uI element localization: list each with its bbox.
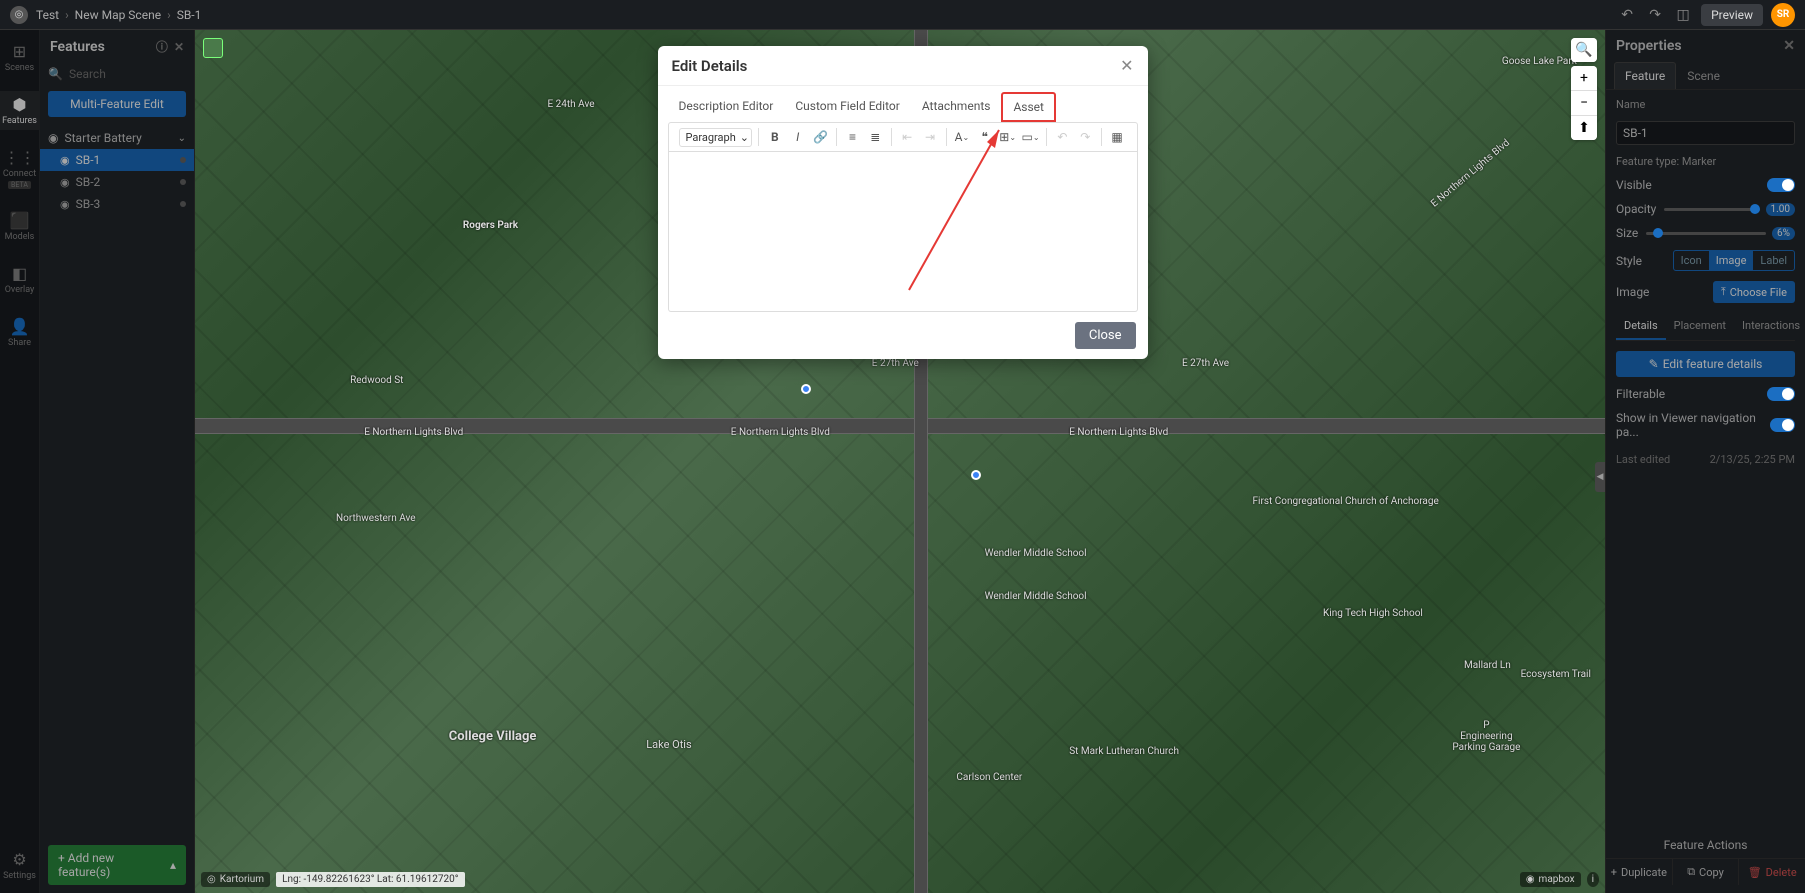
map-place-label: Wendler Middle School — [985, 591, 1087, 602]
road-label: Mallard Ln — [1464, 660, 1511, 671]
redo-button[interactable]: ↷ — [1076, 127, 1095, 147]
map-place-label: Goose Lake Park — [1502, 56, 1577, 67]
road-label: E 27th Ave — [872, 358, 919, 369]
tab-attachments[interactable]: Attachments — [911, 92, 1002, 122]
chevron-down-icon: ⌄ — [1033, 133, 1040, 142]
chevron-right-icon: › — [65, 8, 69, 22]
editor-toolbar: Paragraph ⌄ B I 🔗 ≡ ≣ ⇤ ⇥ A⌄ ❝ ⊞⌄ ▭⌄ ↶ ↷ — [668, 122, 1138, 152]
filterable-toggle[interactable] — [1767, 387, 1795, 401]
map-place-label: Ecosystem Trail — [1521, 669, 1591, 680]
modal-title: Edit Details — [672, 57, 748, 75]
mapbox-icon: ◉ — [1526, 874, 1535, 885]
map-attribution[interactable]: ◎ Kartorium — [201, 872, 270, 887]
opacity-slider[interactable] — [1664, 208, 1759, 211]
numbered-list-button[interactable]: ≣ — [866, 127, 885, 147]
paragraph-select[interactable]: Paragraph ⌄ — [679, 128, 753, 147]
source-button[interactable]: ▦ — [1108, 127, 1127, 147]
preview-button[interactable]: Preview — [1701, 4, 1763, 26]
link-button[interactable]: 🔗 — [811, 127, 830, 147]
map-place-label: St Mark Lutheran Church — [1069, 746, 1179, 757]
map-search-button[interactable]: 🔍 — [1571, 38, 1597, 62]
map-place-label: Carlson Center — [956, 772, 1022, 783]
zoom-out-button[interactable]: − — [1571, 91, 1597, 116]
close-button[interactable]: Close — [1075, 322, 1136, 349]
road-label: Lake Otis — [646, 738, 691, 751]
map-place-label: Rogers Park — [463, 220, 518, 231]
map-place-label: Wendler Middle School — [985, 548, 1087, 559]
paragraph-label: Paragraph — [686, 131, 736, 144]
quote-button[interactable]: ❝ — [975, 127, 994, 147]
logo-icon: ◎ — [207, 874, 216, 885]
separator — [836, 128, 837, 146]
map-mode-toggle[interactable] — [203, 38, 223, 58]
breadcrumb-scene[interactable]: New Map Scene — [75, 8, 161, 22]
map-footer-left: ◎ Kartorium Lng: -149.82261623° Lat: 61.1… — [201, 872, 465, 887]
breadcrumb-feature[interactable]: SB-1 — [177, 8, 202, 22]
map-place-label: College Village — [449, 729, 537, 744]
map-marker[interactable] — [971, 470, 981, 480]
bullet-list-button[interactable]: ≡ — [843, 127, 862, 147]
map-coords: Lng: -149.82261623° Lat: 61.19612720° — [276, 872, 464, 887]
undo-button[interactable]: ↶ — [1053, 127, 1072, 147]
outdent-button[interactable]: ⇤ — [898, 127, 917, 147]
compass-button[interactable]: ⬆ — [1571, 116, 1597, 140]
road-label: E 27th Ave — [1182, 358, 1229, 369]
road-label: E 24th Ave — [548, 99, 595, 110]
chevron-down-icon: ⌄ — [962, 133, 969, 142]
show-in-nav-toggle[interactable] — [1770, 418, 1795, 432]
separator — [758, 128, 759, 146]
topbar: ◎ Test › New Map Scene › SB-1 ↶ ↷ ◫ Prev… — [0, 0, 1805, 30]
separator — [946, 128, 947, 146]
size-slider[interactable] — [1646, 232, 1766, 235]
modal-header: Edit Details ✕ — [658, 46, 1148, 86]
media-button[interactable]: ▭⌄ — [1021, 127, 1040, 147]
collapse-properties-handle[interactable]: ◀ — [1595, 462, 1605, 492]
app-logo[interactable]: ◎ — [10, 6, 28, 24]
undo-icon[interactable]: ↶ — [1617, 5, 1637, 25]
tab-custom-field-editor[interactable]: Custom Field Editor — [784, 92, 910, 122]
breadcrumb-root[interactable]: Test — [36, 8, 59, 22]
modal-footer: Close — [658, 312, 1148, 359]
avatar[interactable]: SR — [1771, 3, 1795, 27]
chevron-down-icon: ⌄ — [1009, 133, 1016, 142]
map-place-label: P Engineering Parking Garage — [1452, 720, 1520, 753]
separator — [891, 128, 892, 146]
map-place-label: King Tech High School — [1323, 608, 1423, 619]
mapbox-attrib[interactable]: ◉ mapbox — [1520, 872, 1581, 887]
map-controls: 🔍 + − ⬆ — [1571, 38, 1597, 140]
road-label: E Northern Lights Blvd — [1069, 427, 1168, 438]
map-place-label: First Congregational Church of Anchorage — [1253, 496, 1439, 507]
tab-description-editor[interactable]: Description Editor — [668, 92, 785, 122]
road-label: Northwestern Ave — [336, 513, 416, 524]
mapbox-label: mapbox — [1539, 874, 1575, 885]
visible-toggle[interactable] — [1767, 178, 1795, 192]
tab-asset[interactable]: Asset — [1001, 92, 1056, 122]
bold-button[interactable]: B — [765, 127, 784, 147]
road-label: Redwood St — [350, 375, 403, 386]
indent-button[interactable]: ⇥ — [921, 127, 940, 147]
table-button[interactable]: ⊞⌄ — [998, 127, 1017, 147]
edit-details-modal: Edit Details ✕ Description Editor Custom… — [658, 46, 1148, 359]
italic-button[interactable]: I — [788, 127, 807, 147]
info-icon[interactable]: i — [1587, 872, 1599, 887]
breadcrumb: Test › New Map Scene › SB-1 — [36, 8, 201, 22]
close-icon[interactable]: ✕ — [1120, 56, 1133, 75]
chevron-right-icon: › — [167, 8, 171, 22]
panel-icon[interactable]: ◫ — [1673, 5, 1693, 25]
editor-textarea[interactable] — [668, 152, 1138, 312]
attrib-label: Kartorium — [220, 874, 264, 885]
map-footer-right: ◉ mapbox i — [1520, 872, 1599, 887]
modal-tabs: Description Editor Custom Field Editor A… — [658, 86, 1148, 122]
road-label: E Northern Lights Blvd — [364, 427, 463, 438]
separator — [1101, 128, 1102, 146]
redo-icon[interactable]: ↷ — [1645, 5, 1665, 25]
zoom-in-button[interactable]: + — [1571, 66, 1597, 91]
separator — [1046, 128, 1047, 146]
chevron-down-icon: ⌄ — [740, 131, 749, 144]
road-label: E Northern Lights Blvd — [731, 427, 830, 438]
text-color-button[interactable]: A⌄ — [952, 127, 971, 147]
